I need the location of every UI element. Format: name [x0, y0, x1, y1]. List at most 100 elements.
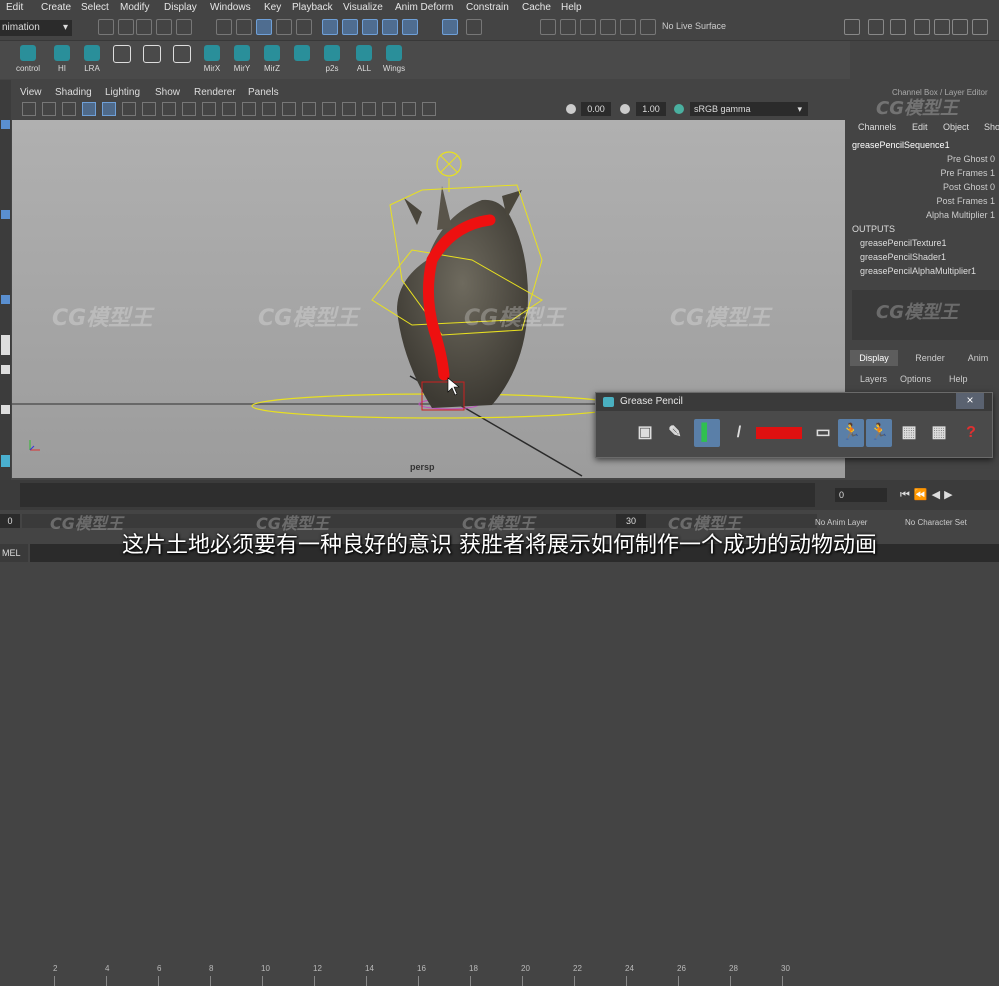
field-chart-icon[interactable] — [202, 102, 216, 116]
render-view-icon[interactable] — [890, 19, 906, 35]
snap-curve-icon[interactable] — [342, 19, 358, 35]
camera-attributes-icon[interactable] — [22, 102, 36, 116]
shadows-icon[interactable] — [322, 102, 336, 116]
channel-box-icon[interactable] — [934, 19, 950, 35]
snap-grid-icon[interactable] — [322, 19, 338, 35]
shelf-button-lra[interactable]: LRA — [78, 43, 106, 77]
xray-icon[interactable] — [402, 102, 416, 116]
film-gate-icon[interactable] — [142, 102, 156, 116]
ipr-render-icon[interactable] — [868, 19, 884, 35]
menu-select[interactable]: Select — [81, 2, 109, 13]
textured-icon[interactable] — [282, 102, 296, 116]
view-transform-icon[interactable] — [674, 104, 684, 114]
layout-four-icon[interactable] — [1, 365, 10, 374]
menu-key[interactable]: Key — [264, 2, 281, 13]
select-object-icon[interactable] — [236, 19, 252, 35]
edit-menu[interactable]: Edit — [912, 122, 928, 132]
smooth-shade-icon[interactable] — [262, 102, 276, 116]
select-component-icon[interactable] — [256, 19, 272, 35]
input-icon[interactable] — [466, 19, 482, 35]
menu-cache[interactable]: Cache — [522, 2, 551, 13]
snap-surface-icon[interactable] — [402, 19, 418, 35]
help-icon[interactable]: ? — [958, 419, 984, 447]
attr-row[interactable]: Pre Frames 1 — [845, 168, 995, 178]
output-node[interactable]: greasePencilShader1 — [860, 252, 946, 262]
color-swatch[interactable] — [756, 427, 802, 439]
2d-pan-icon[interactable] — [82, 102, 96, 116]
time-slider[interactable]: 2 4 6 8 10 12 14 16 18 20 22 24 26 28 30 0 ⏮⏪◀▶ — [0, 480, 999, 986]
shelf-button-all[interactable]: ALL — [350, 43, 378, 77]
lights-icon[interactable] — [302, 102, 316, 116]
move-tool-icon[interactable] — [1, 210, 10, 219]
undo-icon[interactable] — [156, 19, 172, 35]
shelf-button-wings[interactable]: Wings — [380, 43, 408, 77]
hypershade-icon[interactable] — [640, 19, 656, 35]
image-plane-icon[interactable] — [62, 102, 76, 116]
ipr-icon[interactable] — [600, 19, 616, 35]
outliner-icon[interactable] — [1, 455, 10, 467]
construction-icon[interactable] — [560, 19, 576, 35]
select-tool-icon[interactable] — [1, 120, 10, 129]
range-start-field[interactable]: 0 — [0, 514, 20, 528]
open-scene-icon[interactable] — [118, 19, 134, 35]
remove-frame-icon[interactable]: ▦ — [926, 419, 952, 447]
attr-row[interactable]: Post Ghost 0 — [845, 182, 995, 192]
playback-controls[interactable]: ⏮⏪◀▶ — [900, 488, 957, 502]
motion-blur-icon[interactable] — [362, 102, 376, 116]
character-set-select[interactable]: No Character Set — [905, 518, 999, 527]
tab-render[interactable]: Render — [906, 350, 954, 366]
brush-icon[interactable]: / — [726, 419, 752, 447]
attr-row[interactable]: Pre Ghost 0 — [845, 154, 995, 164]
attribute-editor-icon[interactable] — [952, 19, 968, 35]
show-menu[interactable]: Sho — [984, 122, 999, 132]
select-hierarchy-icon[interactable] — [216, 19, 232, 35]
aa-icon[interactable] — [382, 102, 396, 116]
panel-menu-renderer[interactable]: Renderer — [194, 87, 236, 98]
anim-layer-select[interactable]: No Anim Layer — [815, 518, 867, 527]
menu-constrain[interactable]: Constrain — [466, 2, 509, 13]
menu-windows[interactable]: Windows — [210, 2, 251, 13]
marker-icon[interactable]: ▌ — [694, 419, 720, 447]
pencil-icon[interactable]: ✎ — [662, 419, 688, 447]
eraser-icon[interactable]: ▭ — [810, 419, 836, 447]
output-node[interactable]: greasePencilTexture1 — [860, 238, 947, 248]
shelf-button-miry[interactable]: MirY — [228, 43, 256, 77]
current-frame-field[interactable]: 0 — [835, 488, 887, 502]
resolution-gate-icon[interactable] — [162, 102, 176, 116]
new-scene-icon[interactable] — [98, 19, 114, 35]
gamma-field[interactable]: 1.00 — [636, 102, 666, 116]
snap-point-icon[interactable] — [362, 19, 378, 35]
isolate-icon[interactable] — [422, 102, 436, 116]
layout-two-icon[interactable] — [1, 405, 10, 414]
grease-pencil-icon[interactable] — [102, 102, 116, 116]
layout-single-icon[interactable] — [1, 335, 10, 355]
camera-icon[interactable]: ▣ — [632, 419, 658, 447]
add-frame-icon[interactable]: ▦ — [896, 419, 922, 447]
safe-action-icon[interactable] — [222, 102, 236, 116]
render-icon[interactable] — [580, 19, 596, 35]
layers-menu[interactable]: Layers — [860, 374, 887, 384]
channels-menu[interactable]: Channels — [858, 122, 896, 132]
gamma-icon[interactable] — [620, 104, 630, 114]
gate-mask-icon[interactable] — [182, 102, 196, 116]
grid-icon[interactable] — [122, 102, 136, 116]
menu-playback[interactable]: Playback — [292, 2, 333, 13]
tab-display[interactable]: Display — [850, 350, 898, 366]
shelf-button-control[interactable]: control — [14, 43, 42, 77]
menu-create[interactable]: Create — [41, 2, 71, 13]
rotate-tool-icon[interactable] — [1, 295, 10, 304]
shelf-button-ik-tool[interactable] — [138, 43, 166, 77]
node-name[interactable]: greasePencilSequence1 — [852, 140, 950, 150]
range-end-field[interactable]: 30 — [616, 514, 646, 528]
grease-pencil-titlebar[interactable]: Grease Pencil × — [596, 393, 992, 411]
ghost-prev-icon[interactable]: 🏃 — [838, 419, 864, 447]
attr-row[interactable]: Alpha Multiplier 1 — [845, 210, 995, 220]
output-icon[interactable] — [540, 19, 556, 35]
save-scene-icon[interactable] — [136, 19, 152, 35]
redo-icon[interactable] — [176, 19, 192, 35]
shelf-button-curve-tool[interactable] — [168, 43, 196, 77]
menu-display[interactable]: Display — [164, 2, 197, 13]
lock-icon[interactable] — [296, 19, 312, 35]
tab-anim[interactable]: Anim — [958, 350, 998, 366]
wireframe-icon[interactable] — [242, 102, 256, 116]
